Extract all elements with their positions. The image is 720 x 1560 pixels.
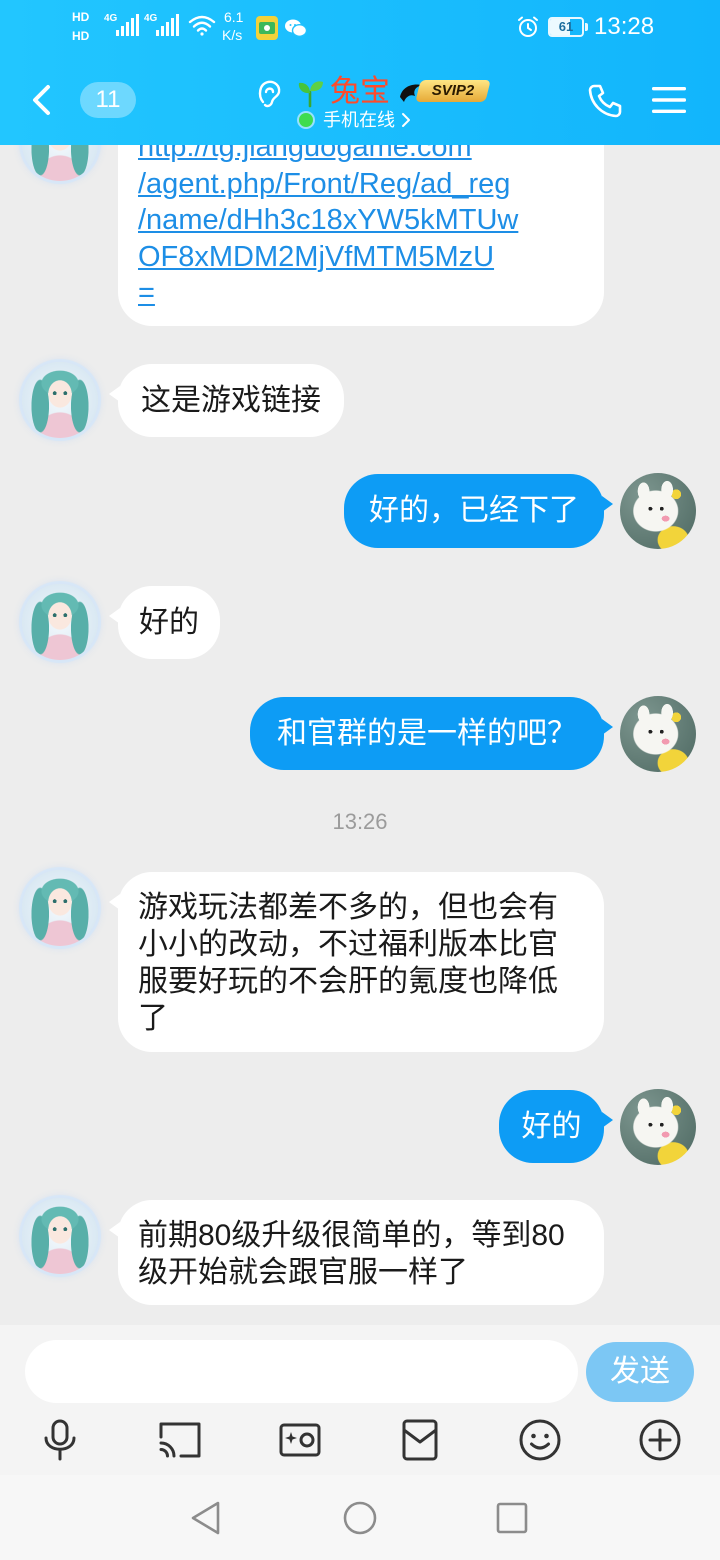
phone-icon [588,84,622,118]
mic-icon [44,1419,76,1461]
camera-icon [279,1423,321,1457]
contact-avatar[interactable] [22,584,98,660]
composer: 发送 [0,1325,720,1475]
cast-icon [159,1422,201,1458]
red-packet-icon [402,1419,438,1461]
send-button[interactable]: 发送 [586,1342,694,1402]
received-message-bubble[interactable]: 前期80级升级很简单的，等到80 级开始就会跟官服一样了 [109,1200,604,1305]
message-text: 好的 [139,606,199,639]
sent-message-bubble[interactable]: 好的，已经下了 [344,474,613,548]
menu-icon [652,87,686,113]
message-list[interactable]: http://tg.jianguogame.com /agent.php/Fro… [0,145,720,1325]
back-triangle-icon [191,1501,220,1535]
contact-avatar[interactable] [22,145,98,181]
recents-square-icon [496,1502,528,1534]
wifi-icon [188,14,216,36]
sent-message-bubble[interactable]: 好的 [499,1090,613,1163]
alarm-icon [516,15,540,39]
message-link-line[interactable]: http://tg.jianguogame.com [138,145,584,166]
message-text-line: 小小的改动，不过福利版本比官 [138,928,558,961]
more-button[interactable] [638,1418,682,1462]
status-time: 13:28 [594,13,655,40]
red-packet-button[interactable] [398,1418,442,1462]
contact-name[interactable]: 兔宝 [330,72,390,112]
message-text: 和官群的是一样的吧？ [277,717,577,750]
message-text-line: 级开始就会跟官服一样了 [138,1256,468,1289]
my-avatar[interactable] [620,473,696,549]
battery-terminal [585,23,588,31]
my-avatar[interactable] [620,1089,696,1165]
message-text-line: 前期80级升级很简单的，等到80 [138,1219,565,1252]
app-notification-icon [256,16,278,40]
camera-button[interactable] [278,1418,322,1462]
message-link-line[interactable]: OF8xMDM2MjVfMTM5MzU [138,239,584,276]
received-message-bubble[interactable]: 这是游戏链接 [109,364,344,437]
contact-avatar[interactable] [22,362,98,438]
received-message-bubble[interactable]: http://tg.jianguogame.com /agent.php/Fro… [118,145,604,326]
svip-badge[interactable]: SVIP2 [398,77,491,105]
message-input[interactable] [25,1340,578,1403]
message-text-line: 游戏玩法都差不多的，但也会有 [138,891,558,924]
emoji-button[interactable] [518,1418,562,1462]
message-link-line[interactable]: /agent.php/Front/Reg/ad_reg [138,166,584,203]
plus-icon [639,1419,681,1461]
message-text: 好的，已经下了 [369,494,579,527]
svip-label: SVIP2 [431,82,475,99]
hd-indicator: HD [72,29,90,43]
online-status-dot [299,113,313,127]
menu-button[interactable] [652,86,686,114]
voice-button[interactable] [38,1418,82,1462]
nav-back-button[interactable] [186,1500,222,1536]
network-speed-value: 6.1 [224,9,244,25]
message-text-line: 服要好玩的不会肝的氪度也降低 [138,965,558,998]
unread-count-badge[interactable]: 11 [80,82,136,118]
cast-button[interactable] [158,1418,202,1462]
contact-avatar[interactable] [22,870,98,946]
message-link-line[interactable]: = [138,275,584,312]
back-button[interactable] [22,76,62,124]
contact-avatar[interactable] [22,1198,98,1274]
system-nav-bar [0,1475,720,1560]
battery-level-text: 61 [558,19,574,34]
home-circle-icon [343,1501,377,1535]
chevron-right-icon[interactable] [401,112,411,128]
sent-message-bubble[interactable]: 和官群的是一样的吧？ [250,697,613,770]
message-text: 这是游戏链接 [141,384,321,417]
phone-call-button[interactable] [586,82,624,120]
received-message-bubble[interactable]: 游戏玩法都差不多的，但也会有 小小的改动，不过福利版本比官 服要好玩的不会肝的氪… [109,872,604,1052]
nav-recents-button[interactable] [494,1500,530,1536]
wechat-icon [285,18,307,38]
message-timestamp: 13:26 [332,809,388,834]
message-link-line[interactable]: /name/dHh3c18xYW5kMTUw [138,202,584,239]
received-message-bubble[interactable]: 好的 [109,586,220,659]
status-bar: HD HD 4G 4G 6.1 K/s 61 13:28 [0,0,720,55]
sprout-icon [296,78,326,108]
signal-icon [116,14,140,36]
emoji-icon [519,1419,561,1461]
ear-icon[interactable] [254,78,284,108]
online-status-text[interactable]: 手机在线 [323,108,395,132]
my-avatar[interactable] [620,696,696,772]
chevron-left-icon [33,85,50,115]
battery-icon: 61 [548,17,584,37]
signal-icon [156,14,180,36]
nav-home-button[interactable] [342,1500,378,1536]
hd-indicator: HD [72,10,90,24]
network-speed-unit: K/s [222,27,243,43]
top-bar: HD HD 4G 4G 6.1 K/s 61 13:28 11 兔宝 SVIP2… [0,0,720,145]
message-text: 好的 [521,1110,582,1143]
message-text-line: 了 [138,1002,168,1035]
